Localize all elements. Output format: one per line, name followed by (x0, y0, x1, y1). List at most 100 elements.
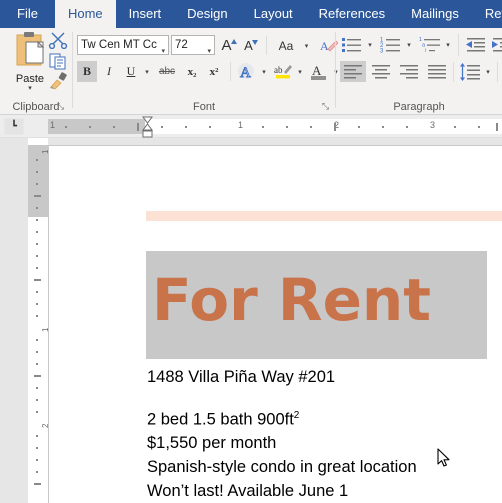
para-divider (458, 34, 459, 56)
paste-dropdown-caret[interactable]: ▾ (8, 85, 52, 92)
numbering-icon[interactable]: 1 2 3 (379, 34, 403, 55)
text-highlight-icon[interactable]: ab (272, 61, 294, 82)
subscript-label: x₂ (187, 65, 197, 78)
ribbon-group-paragraph: ▾ 1 2 3 ▾ 1 a i ▾ ▾ Paragraph (336, 28, 502, 115)
group-label-paragraph: Paragraph (393, 101, 445, 113)
bullets-icon[interactable] (340, 34, 364, 55)
tab-stop-marker: ┗ (10, 121, 18, 132)
decrease-indent-icon[interactable] (464, 34, 488, 55)
paste-button[interactable]: Paste ▾ (8, 31, 52, 93)
document-page[interactable]: For Rent 1488 Villa Piña Way #201 2 bed … (48, 145, 502, 503)
copy-icon[interactable] (48, 52, 70, 72)
svg-text:A: A (312, 63, 322, 78)
ruler-left-margin (48, 119, 145, 134)
bold-button[interactable]: B (77, 61, 97, 82)
paragraph-specs[interactable]: 2 bed 1.5 bath 900ft2 (147, 410, 299, 430)
vertical-ruler-margin (28, 145, 48, 217)
accent-bar (146, 211, 502, 221)
line-spacing-icon[interactable] (458, 61, 482, 82)
underline-button[interactable]: U (121, 61, 141, 82)
ruler-number: 1 (238, 120, 244, 130)
svg-text:i: i (425, 48, 426, 54)
tab-design[interactable]: Design (174, 0, 240, 28)
font-dialog-launcher[interactable]: ⤡ (320, 101, 331, 112)
vruler-number: 1 (41, 149, 50, 154)
paragraph-availability[interactable]: Won’t last! Available June 1 (147, 482, 348, 501)
multilevel-list-icon[interactable]: 1 a i (418, 34, 442, 55)
ribbon-tab-bar: File Home Insert Design Layout Reference… (0, 0, 502, 28)
text-effects-icon[interactable]: A (236, 61, 258, 82)
ruler-number: 3 (430, 120, 436, 130)
align-left-icon[interactable] (340, 61, 366, 82)
tab-references[interactable]: References (306, 0, 398, 28)
change-case-button[interactable]: Aa (272, 35, 300, 56)
line-spacing-caret[interactable]: ▾ (482, 61, 494, 82)
ribbon-group-font: Tw Cen MT Cc ▾ 72 ▾ A A Aa ▾ A B I U ▾ a… (73, 28, 338, 115)
group-label-font: Font (192, 101, 215, 113)
indent-marker[interactable] (142, 115, 153, 138)
vruler-number: 1 (41, 327, 50, 332)
font-size-caret[interactable]: ▾ (207, 43, 211, 54)
align-right-icon[interactable] (396, 61, 422, 82)
font-divider (266, 36, 267, 55)
strikethrough-button[interactable]: abc (155, 61, 179, 82)
shrink-font-button[interactable]: A (241, 35, 261, 56)
font-color-icon[interactable]: A (308, 61, 330, 82)
svg-text:A: A (320, 39, 329, 53)
font-name-caret[interactable]: ▾ (161, 43, 165, 54)
paragraph-address[interactable]: 1488 Villa Piña Way #201 (147, 368, 335, 387)
ruler-number: 1 (50, 120, 56, 130)
format-painter-icon[interactable] (48, 72, 70, 92)
paragraph-price[interactable]: $1,550 per month (147, 434, 276, 453)
font-size-input[interactable]: 72 ▾ (171, 35, 215, 55)
tab-layout[interactable]: Layout (241, 0, 306, 28)
vertical-ruler[interactable]: 1 1 2 (28, 138, 50, 503)
change-case-caret[interactable]: ▾ (300, 35, 313, 56)
bold-label: B (82, 64, 91, 78)
paragraph-description[interactable]: Spanish-style condo in great location (147, 458, 417, 477)
para-divider-2 (453, 62, 454, 82)
font-name-value: Tw Cen MT Cc (81, 39, 157, 51)
multilevel-caret[interactable]: ▾ (442, 34, 454, 55)
bullets-caret[interactable]: ▾ (364, 34, 376, 55)
paste-label: Paste (15, 73, 45, 85)
tab-stop-selector-button[interactable]: ┗ (4, 118, 24, 135)
increase-indent-icon[interactable] (490, 34, 502, 55)
italic-label: I (107, 64, 111, 78)
font-divider-2 (230, 62, 231, 81)
superscript-two: 2 (293, 410, 300, 421)
ribbon-group-clipboard: Paste ▾ Clipboard ⤡ (0, 28, 72, 115)
ribbon: Paste ▾ Clipboard ⤡ Tw Cen MT Cc ▾ 72 ▾ … (0, 28, 502, 115)
svg-text:ab: ab (274, 65, 283, 75)
tab-file[interactable]: File (0, 0, 55, 28)
grow-font-button[interactable]: A (219, 35, 239, 56)
para-divider-3 (497, 62, 498, 82)
paragraph-specs-text: 2 bed 1.5 bath 900ft (147, 410, 294, 429)
superscript-label: x² (209, 65, 219, 78)
document-title[interactable]: For Rent (152, 260, 431, 340)
justify-icon[interactable] (424, 61, 450, 82)
strikethrough-label: abc (158, 66, 176, 77)
text-effects-caret[interactable]: ▾ (258, 61, 270, 82)
align-center-icon[interactable] (368, 61, 394, 82)
svg-text:3: 3 (380, 48, 384, 54)
tab-mailings[interactable]: Mailings (398, 0, 472, 28)
cut-scissors-icon[interactable] (48, 31, 70, 51)
tab-insert[interactable]: Insert (116, 0, 175, 28)
clipboard-dialog-launcher[interactable]: ⤡ (55, 101, 66, 112)
tab-home[interactable]: Home (54, 0, 116, 28)
italic-button[interactable]: I (99, 61, 119, 82)
subscript-button[interactable]: x₂ (181, 61, 203, 82)
ruler-track[interactable]: 1 1 2 3 (48, 119, 502, 134)
numbering-caret[interactable]: ▾ (403, 34, 415, 55)
text-highlight-caret[interactable]: ▾ (294, 61, 306, 82)
font-name-input[interactable]: Tw Cen MT Cc ▾ (77, 35, 169, 55)
underline-caret[interactable]: ▾ (141, 61, 153, 82)
superscript-button[interactable]: x² (203, 61, 225, 82)
horizontal-ruler[interactable]: ┗ 1 1 2 3 (0, 115, 502, 138)
document-canvas[interactable]: For Rent 1488 Villa Piña Way #201 2 bed … (0, 138, 502, 503)
vruler-number: 2 (41, 423, 50, 428)
tab-review[interactable]: Rev (472, 0, 502, 28)
underline-label: U (126, 64, 136, 78)
word-window: File Home Insert Design Layout Reference… (0, 0, 502, 503)
